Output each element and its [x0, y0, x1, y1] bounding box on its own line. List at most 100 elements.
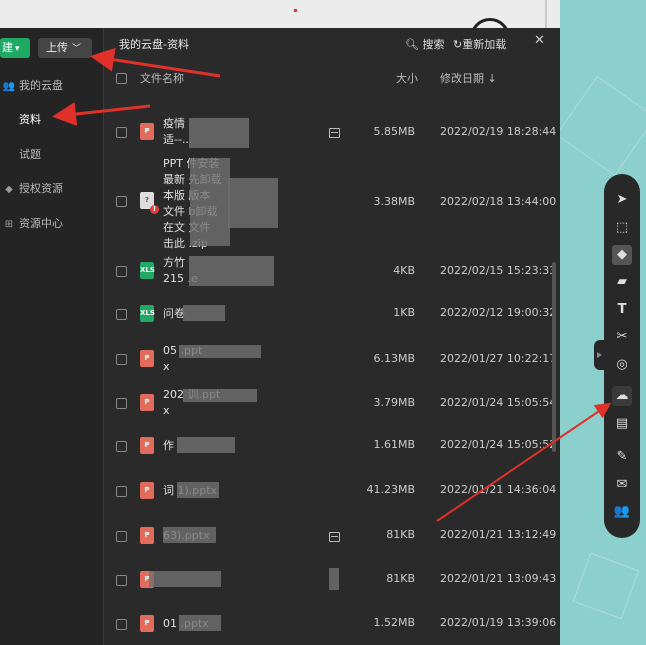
eraser-icon[interactable]: ▰ [612, 272, 632, 292]
chat-icon[interactable]: ✉ [612, 475, 632, 495]
search-label: 搜索 [422, 38, 445, 51]
row-checkbox[interactable] [116, 309, 127, 320]
row-checkbox[interactable] [116, 354, 127, 365]
chevron-down-icon: ▾ [15, 44, 20, 54]
scrollbar[interactable] [552, 262, 556, 452]
table-row[interactable]: XLS 方竹 215 .e 4KB 2022/02/15 15:23:33 [103, 254, 560, 288]
details-icon[interactable] [329, 128, 340, 138]
record-icon[interactable]: ◎ [612, 355, 632, 375]
table-row[interactable]: XLS 问卷 1KB 2022/02/12 19:00:32 [103, 302, 560, 326]
column-size[interactable]: 大小 [396, 70, 418, 86]
sidebar-item-label: 我的云盘 [19, 79, 63, 92]
upload-button[interactable]: 上传 ﹀ [38, 38, 92, 58]
file-date: 2022/01/21 13:09:43 [440, 572, 557, 585]
table-row[interactable]: P 81KB 2022/01/21 13:09:43 [103, 568, 560, 592]
file-size: 81KB [386, 528, 415, 541]
file-size: 3.79MB [373, 396, 415, 409]
new-button[interactable]: 建 ▾ [0, 38, 30, 58]
sidebar-item-my-cloud[interactable]: 👥 我的云盘 [2, 75, 63, 97]
row-checkbox[interactable] [116, 127, 127, 138]
new-button-label: 建 [2, 41, 13, 54]
area-select-icon[interactable]: ⬚ [612, 218, 632, 238]
row-checkbox[interactable] [116, 398, 127, 409]
blurred-text [189, 118, 249, 148]
file-date: 2022/02/12 19:00:32 [440, 306, 557, 319]
excel-file-icon: XLS [140, 305, 155, 322]
row-checkbox[interactable] [116, 441, 127, 452]
reload-button[interactable]: ↻重新加载 [453, 36, 506, 52]
file-date: 2022/01/24 15:05:54 [440, 396, 557, 409]
search-button[interactable]: 🔍︎ 搜索 [405, 36, 444, 52]
sidebar-item-label: 授权资源 [19, 182, 63, 195]
edit-icon[interactable]: ✎ [612, 447, 632, 467]
blurred-text [163, 527, 216, 543]
table-row[interactable]: P 疫情 适--... 5.85MB 2022/02/19 18:28:44 [103, 116, 560, 148]
file-date: 2022/02/19 18:28:44 [440, 125, 557, 138]
file-size: 1.61MB [373, 438, 415, 451]
ppt-file-icon: P [140, 123, 154, 140]
row-checkbox[interactable] [116, 486, 127, 497]
ppt-file-icon: P [140, 527, 154, 544]
scissors-icon[interactable]: ✂ [612, 327, 632, 347]
upload-button-label: 上传 [46, 41, 68, 54]
blurred-text [189, 256, 274, 286]
toolbox-icon[interactable]: ▤ [612, 414, 632, 434]
chevron-down-icon: ﹀ [72, 44, 82, 54]
background-decoration [555, 75, 646, 177]
table-row[interactable]: P 01 .pptx 1.52MB 2022/01/19 13:39:06 [103, 612, 560, 636]
column-name[interactable]: 文件名称 [140, 70, 184, 86]
row-checkbox[interactable] [116, 531, 127, 542]
cloud-icon[interactable]: ☁ [612, 386, 632, 406]
window-title: 我的云盘-资料 [119, 38, 189, 51]
sidebar-item-authorized[interactable]: ◆ 授权资源 [2, 178, 63, 200]
file-date: 2022/01/19 13:39:06 [440, 616, 557, 629]
table-row[interactable]: P 202 训.ppt x 3.79MB 2022/01/24 15:05:54 [103, 386, 560, 418]
file-date: 2022/01/27 10:22:17 [440, 352, 557, 365]
file-date: 2022/01/24 15:05:52 [440, 438, 557, 451]
search-icon: 🔍︎ [405, 38, 419, 51]
row-checkbox[interactable] [116, 266, 127, 277]
annotation-toolbar: ➤ ⬚ ◆ ▰ T ✂ ◎ ☁ ▤ ✎ ✉ 👥 [604, 174, 640, 538]
users-icon[interactable]: 👥 [612, 502, 632, 522]
file-size: 4KB [393, 264, 415, 277]
table-row[interactable]: P 词 1).pptx 41.23MB 2022/01/21 14:36:04 [103, 479, 560, 503]
sidebar-item-materials[interactable]: 资料 [19, 109, 41, 131]
shield-icon: ◆ [5, 184, 13, 195]
refresh-icon: ↻ [453, 38, 463, 51]
file-size: 6.13MB [373, 352, 415, 365]
ppt-file-icon: P [140, 482, 154, 499]
table-row[interactable]: P 作 1.61MB 2022/01/24 15:05:52 [103, 434, 560, 458]
file-date: 2022/02/18 13:44:00 [440, 195, 557, 208]
ppt-file-icon: P [140, 394, 154, 411]
sidebar-item-exams[interactable]: 试题 [19, 144, 41, 166]
table-header: 文件名称 大小 修改日期 ↓ [103, 65, 560, 89]
row-checkbox[interactable] [116, 619, 127, 630]
table-row[interactable]: P 63).pptx 81KB 2022/01/21 13:12:49 [103, 524, 560, 548]
file-date: 2022/01/21 13:12:49 [440, 528, 557, 541]
text-icon[interactable]: T [612, 300, 632, 320]
file-size: 1.52MB [373, 616, 415, 629]
ppt-file-icon: P [140, 437, 154, 454]
paint-fill-icon[interactable]: ◆ [612, 245, 632, 265]
file-size: 3.38MB [373, 195, 415, 208]
cloud-drive-window: 建 ▾ 上传 ﹀ 👥 我的云盘 资料 试题 ◆ 授权资源 ⊞ 资源中心 我的云盘-资料 🔍… [0, 28, 560, 645]
unknown-file-icon: ?! [140, 192, 159, 214]
sidebar-item-resource-center[interactable]: ⊞ 资源中心 [2, 213, 63, 235]
blurred-text [177, 437, 235, 453]
reload-label: 重新加载 [462, 38, 507, 51]
ppt-file-icon: P [140, 350, 154, 367]
row-checkbox[interactable] [116, 575, 127, 586]
sidebar-item-label: 资料 [19, 113, 41, 126]
sidebar: 建 ▾ 上传 ﹀ 👥 我的云盘 资料 试题 ◆ 授权资源 ⊞ 资源中心 [0, 28, 104, 645]
select-arrow-icon[interactable]: ➤ [612, 190, 632, 210]
close-icon[interactable]: ✕ [534, 33, 545, 48]
table-row[interactable]: ?! PPT 件安装 最新 先卸载 本版 版本 文件 b卸载 在文 文件 击此 … [103, 156, 560, 250]
select-all-checkbox[interactable] [116, 73, 127, 84]
details-icon[interactable] [329, 532, 340, 542]
blurred-text [183, 389, 257, 402]
blurred-text [183, 305, 225, 321]
excel-file-icon: XLS [140, 262, 155, 279]
column-modified[interactable]: 修改日期 ↓ [440, 70, 497, 86]
table-row[interactable]: P 05 .ppt x 6.13MB 2022/01/27 10:22:17 [103, 342, 560, 374]
row-checkbox[interactable] [116, 196, 127, 207]
